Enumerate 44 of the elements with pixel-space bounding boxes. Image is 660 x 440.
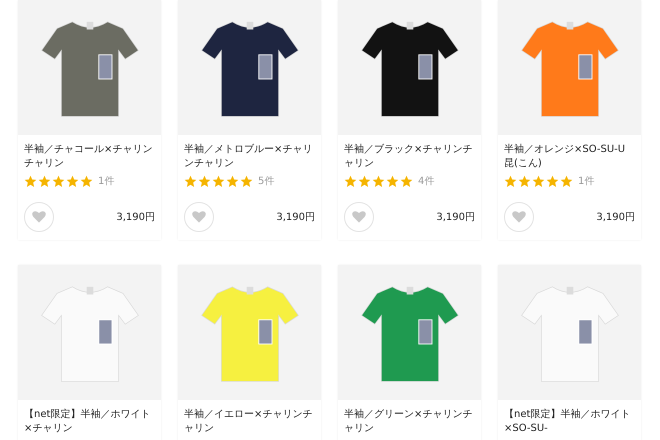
price: 3,190円 [276,211,315,224]
review-count: 5件 [258,175,274,188]
product-title[interactable]: 【net限定】半袖／ホワイト×SO-SU- [504,408,635,436]
product-title[interactable]: 半袖／チャコール×チャリンチャリン [24,143,155,171]
star-icon [198,174,211,188]
star-icon [560,174,573,188]
favorite-button[interactable] [504,202,534,232]
product-title[interactable]: 【net限定】半袖／ホワイト×チャリン [24,408,155,436]
favorite-button[interactable] [344,202,374,232]
product-title[interactable]: 半袖／メトロブルー×チャリンチャリン [184,143,315,171]
star-icon [372,174,385,188]
star-icon [24,174,37,188]
heart-icon [31,209,47,225]
star-icon [184,174,197,188]
star-icon [532,174,545,188]
star-icon [400,174,413,188]
heart-icon [191,209,207,225]
star-icon [212,174,225,188]
star-icon [52,174,65,188]
star-icon [504,174,517,188]
product-title[interactable]: 半袖／グリーン×チャリンチャリン [344,408,475,436]
price: 3,190円 [116,211,155,224]
favorite-button[interactable] [184,202,214,232]
star-icon [38,174,51,188]
price: 3,190円 [596,211,635,224]
star-icon [80,174,93,188]
star-icon [66,174,79,188]
product-title[interactable]: 半袖／ブラック×チャリンチャリン [344,143,475,171]
heart-icon [351,209,367,225]
star-icon [240,174,253,188]
heart-icon [511,209,527,225]
product-title[interactable]: 半袖／イエロー×チャリンチャリン [184,408,315,436]
review-count: 1件 [578,175,594,188]
star-icon [226,174,239,188]
price: 3,190円 [436,211,475,224]
star-icon [386,174,399,188]
product-title[interactable]: 半袖／オレンジ×SO-SU-U昆(こん) [504,143,635,171]
star-icon [546,174,559,188]
review-count: 4件 [418,175,434,188]
review-count: 1件 [98,175,114,188]
favorite-button[interactable] [24,202,54,232]
star-icon [358,174,371,188]
star-icon [344,174,357,188]
star-icon [518,174,531,188]
